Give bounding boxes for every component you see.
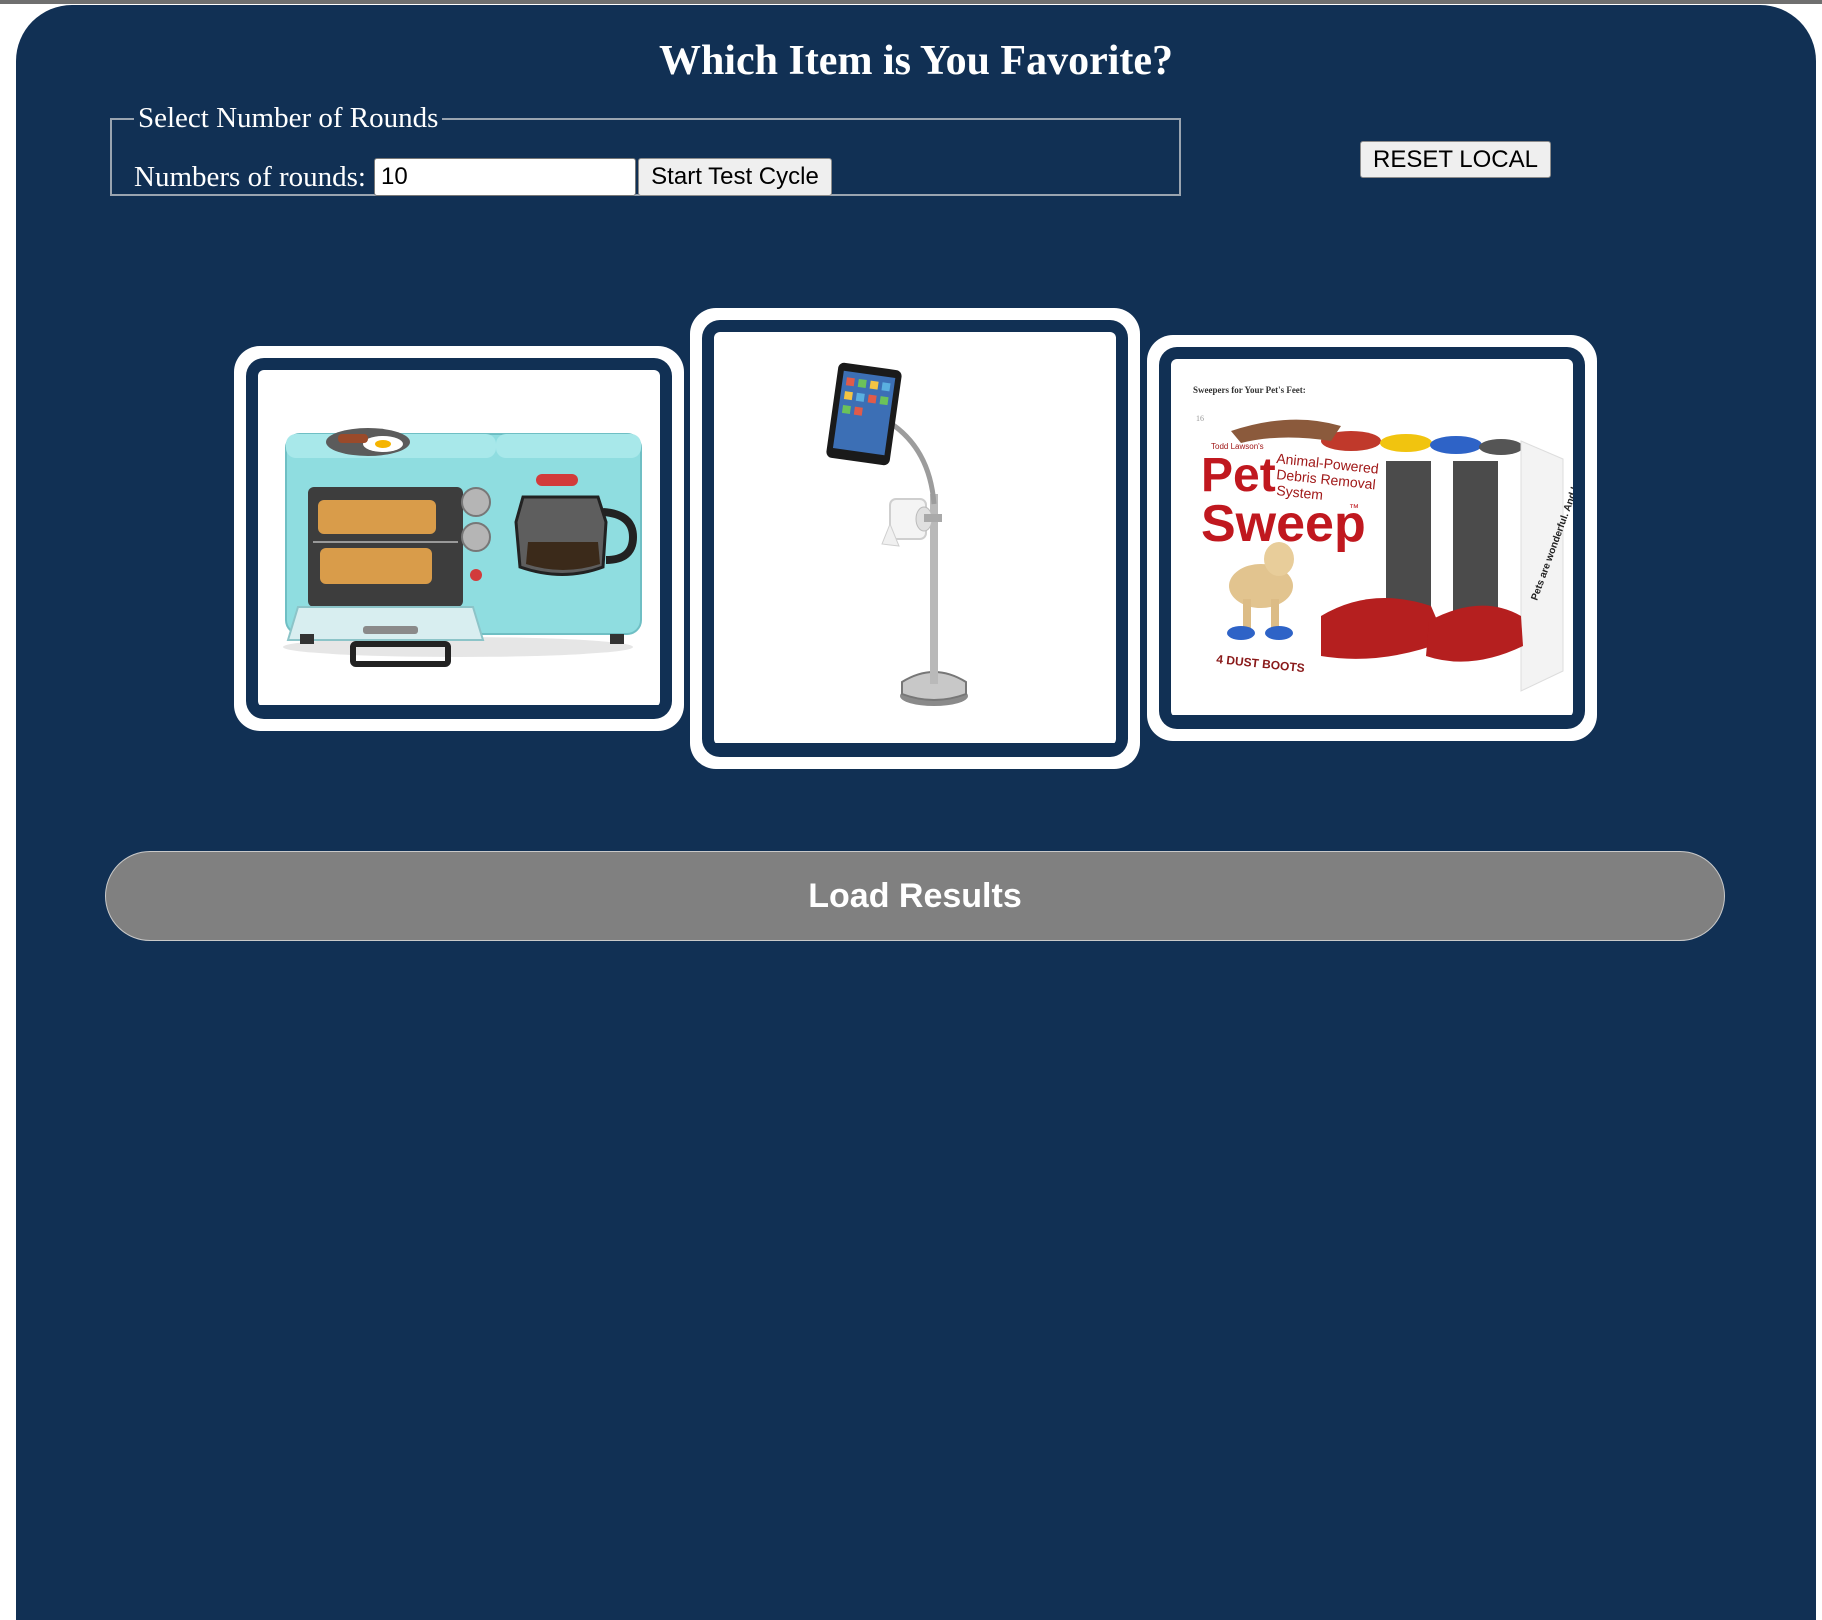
card-frame (702, 320, 1128, 757)
pet-sweep-image[interactable]: Sweepers for Your Pet's Feet: 16 Pets ar… (1171, 359, 1573, 717)
load-results-button[interactable]: Load Results (105, 851, 1725, 941)
rounds-row: Numbers of rounds: Start Test Cycle (134, 157, 832, 197)
card-underline (258, 705, 660, 711)
main-panel: Which Item is You Favorite? Select Numbe… (16, 5, 1816, 1620)
rounds-legend: Select Number of Rounds (138, 102, 439, 134)
breakfast-station-image[interactable] (258, 370, 660, 707)
reset-local-button[interactable]: RESET LOCAL (1360, 141, 1551, 178)
start-test-cycle-button[interactable]: Start Test Cycle (637, 158, 832, 196)
page-title: Which Item is You Favorite? (658, 38, 1174, 84)
card-underline (1171, 715, 1573, 721)
rounds-label: Numbers of rounds: (134, 160, 366, 193)
rounds-input[interactable] (373, 158, 636, 196)
svg-text:16: 16 (1196, 414, 1204, 423)
ipad-toilet-paper-stand-image[interactable] (714, 332, 1116, 745)
card-underline (714, 743, 1116, 749)
box-tagline: Sweepers for Your Pet's Feet: (1193, 385, 1306, 395)
card-frame (246, 358, 672, 719)
card-frame: Sweepers for Your Pet's Feet: 16 Pets ar… (1159, 347, 1585, 729)
ipad-stand-illustration (714, 344, 1116, 733)
pet-sweep-box-illustration: Sweepers for Your Pet's Feet: 16 Pets ar… (1171, 371, 1573, 705)
browser-top-edge (0, 0, 1822, 4)
product-card-ipad-stand[interactable] (690, 308, 1140, 769)
breakfast-station-illustration (258, 382, 660, 695)
rounds-fieldset: Select Number of Rounds Numbers of round… (110, 102, 1181, 196)
product-card-breakfast-station[interactable] (234, 346, 684, 731)
product-card-pet-sweep[interactable]: Sweepers for Your Pet's Feet: 16 Pets ar… (1147, 335, 1597, 741)
box-trademark: ™ (1349, 503, 1359, 514)
